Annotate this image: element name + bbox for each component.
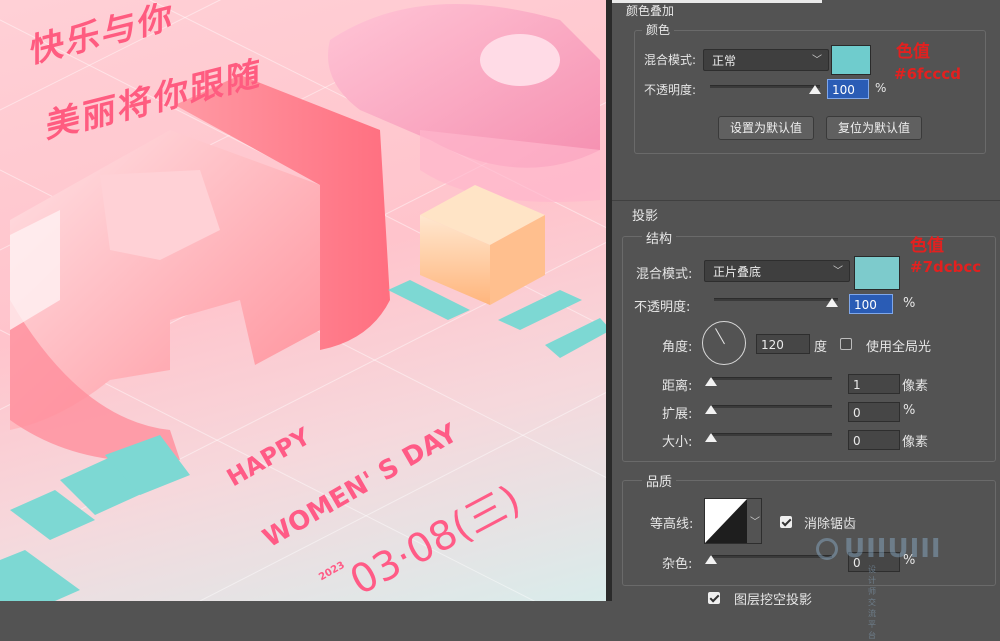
global-light-label: 使用全局光 xyxy=(866,340,932,355)
size-label: 大小: xyxy=(662,435,693,450)
watermark-brand: UIIUIII xyxy=(844,534,942,564)
distance-slider[interactable] xyxy=(710,377,832,380)
global-light-checkbox[interactable] xyxy=(840,338,852,350)
overlay-opacity-thumb[interactable] xyxy=(809,85,821,94)
noise-slider[interactable] xyxy=(710,555,832,558)
shadow-blend-label: 混合模式: xyxy=(636,267,693,282)
shadow-opacity-label: 不透明度: xyxy=(634,300,691,315)
spread-slider[interactable] xyxy=(710,405,832,408)
distance-label: 距离: xyxy=(662,379,693,394)
size-unit: 像素 xyxy=(902,435,929,450)
angle-label: 角度: xyxy=(662,340,693,355)
noise-thumb[interactable] xyxy=(705,555,717,564)
quality-title: 品质 xyxy=(642,471,677,490)
watermark-bulb-icon xyxy=(816,538,838,560)
overlay-opacity-label: 不透明度: xyxy=(644,83,697,97)
angle-input[interactable]: 120 xyxy=(756,334,810,354)
shadow-opacity-thumb[interactable] xyxy=(826,298,838,307)
overlay-note-label: 色值 xyxy=(896,42,930,62)
distance-input[interactable]: 1 xyxy=(848,374,900,394)
shadow-blend-value: 正片叠底 xyxy=(713,265,762,279)
shadow-color-swatch[interactable] xyxy=(854,256,900,290)
overlay-blend-value: 正常 xyxy=(712,54,737,68)
noise-label: 杂色: xyxy=(662,557,693,572)
spread-label: 扩展: xyxy=(662,407,693,422)
size-thumb[interactable] xyxy=(705,433,717,442)
overlay-opacity-input[interactable]: 100 xyxy=(827,79,869,99)
shadow-note-label: 色值 xyxy=(910,236,944,256)
section-divider xyxy=(612,200,1000,201)
overlay-opacity-slider[interactable] xyxy=(710,85,820,88)
knockout-label: 图层挖空投影 xyxy=(734,593,813,608)
distance-unit: 像素 xyxy=(902,379,929,394)
contour-picker[interactable]: ﹀ xyxy=(704,498,762,544)
overlay-opacity-unit: % xyxy=(875,81,887,95)
size-input[interactable]: 0 xyxy=(848,430,900,450)
chevron-down-icon: ﹀ xyxy=(833,266,843,277)
spread-input[interactable]: 0 xyxy=(848,402,900,422)
angle-unit: 度 xyxy=(814,340,828,355)
overlay-color-swatch[interactable] xyxy=(831,45,871,75)
antialias-label: 消除锯齿 xyxy=(804,517,857,532)
angle-dial[interactable] xyxy=(702,321,746,365)
overlay-blend-select[interactable]: 正常 ﹀ xyxy=(703,49,829,71)
contour-curve-icon xyxy=(705,499,747,543)
spread-unit: % xyxy=(903,403,916,418)
poster-canvas: 快乐与你 美丽将你跟随 HAPPY WOMEN' S DAY 03·08(三) … xyxy=(0,0,611,601)
shadow-opacity-slider[interactable] xyxy=(714,298,838,301)
size-slider[interactable] xyxy=(710,433,832,436)
shadow-note-value: #7dcbcc xyxy=(910,258,982,276)
distance-thumb[interactable] xyxy=(705,377,717,386)
color-overlay-group-title: 颜色 xyxy=(642,21,675,38)
angle-dial-needle xyxy=(715,328,725,345)
spread-thumb[interactable] xyxy=(705,405,717,414)
shadow-opacity-input[interactable]: 100 xyxy=(849,294,893,314)
set-default-button[interactable]: 设置为默认值 xyxy=(718,116,814,140)
chevron-down-icon: ﹀ xyxy=(750,517,760,528)
watermark-sub: 设计师交流平台 xyxy=(868,565,876,640)
contour-label: 等高线: xyxy=(650,517,694,532)
overlay-blend-label: 混合模式: xyxy=(644,53,697,67)
reset-default-button[interactable]: 复位为默认值 xyxy=(826,116,922,140)
color-overlay-title: 颜色叠加 xyxy=(626,4,675,18)
overlay-note-value: #6fcccd xyxy=(894,65,961,83)
layer-style-panel: 颜色叠加 颜色 混合模式: 正常 ﹀ 色值 #6fcccd 不透明度: 100 … xyxy=(612,0,1000,640)
drop-shadow-title: 投影 xyxy=(632,209,659,224)
chevron-down-icon: ﹀ xyxy=(812,55,822,66)
antialias-checkbox[interactable] xyxy=(780,516,792,528)
shadow-blend-select[interactable]: 正片叠底 ﹀ xyxy=(704,260,850,282)
drop-shadow-structure-title: 结构 xyxy=(642,228,677,247)
knockout-checkbox[interactable] xyxy=(708,592,720,604)
shadow-opacity-unit: % xyxy=(903,296,916,311)
